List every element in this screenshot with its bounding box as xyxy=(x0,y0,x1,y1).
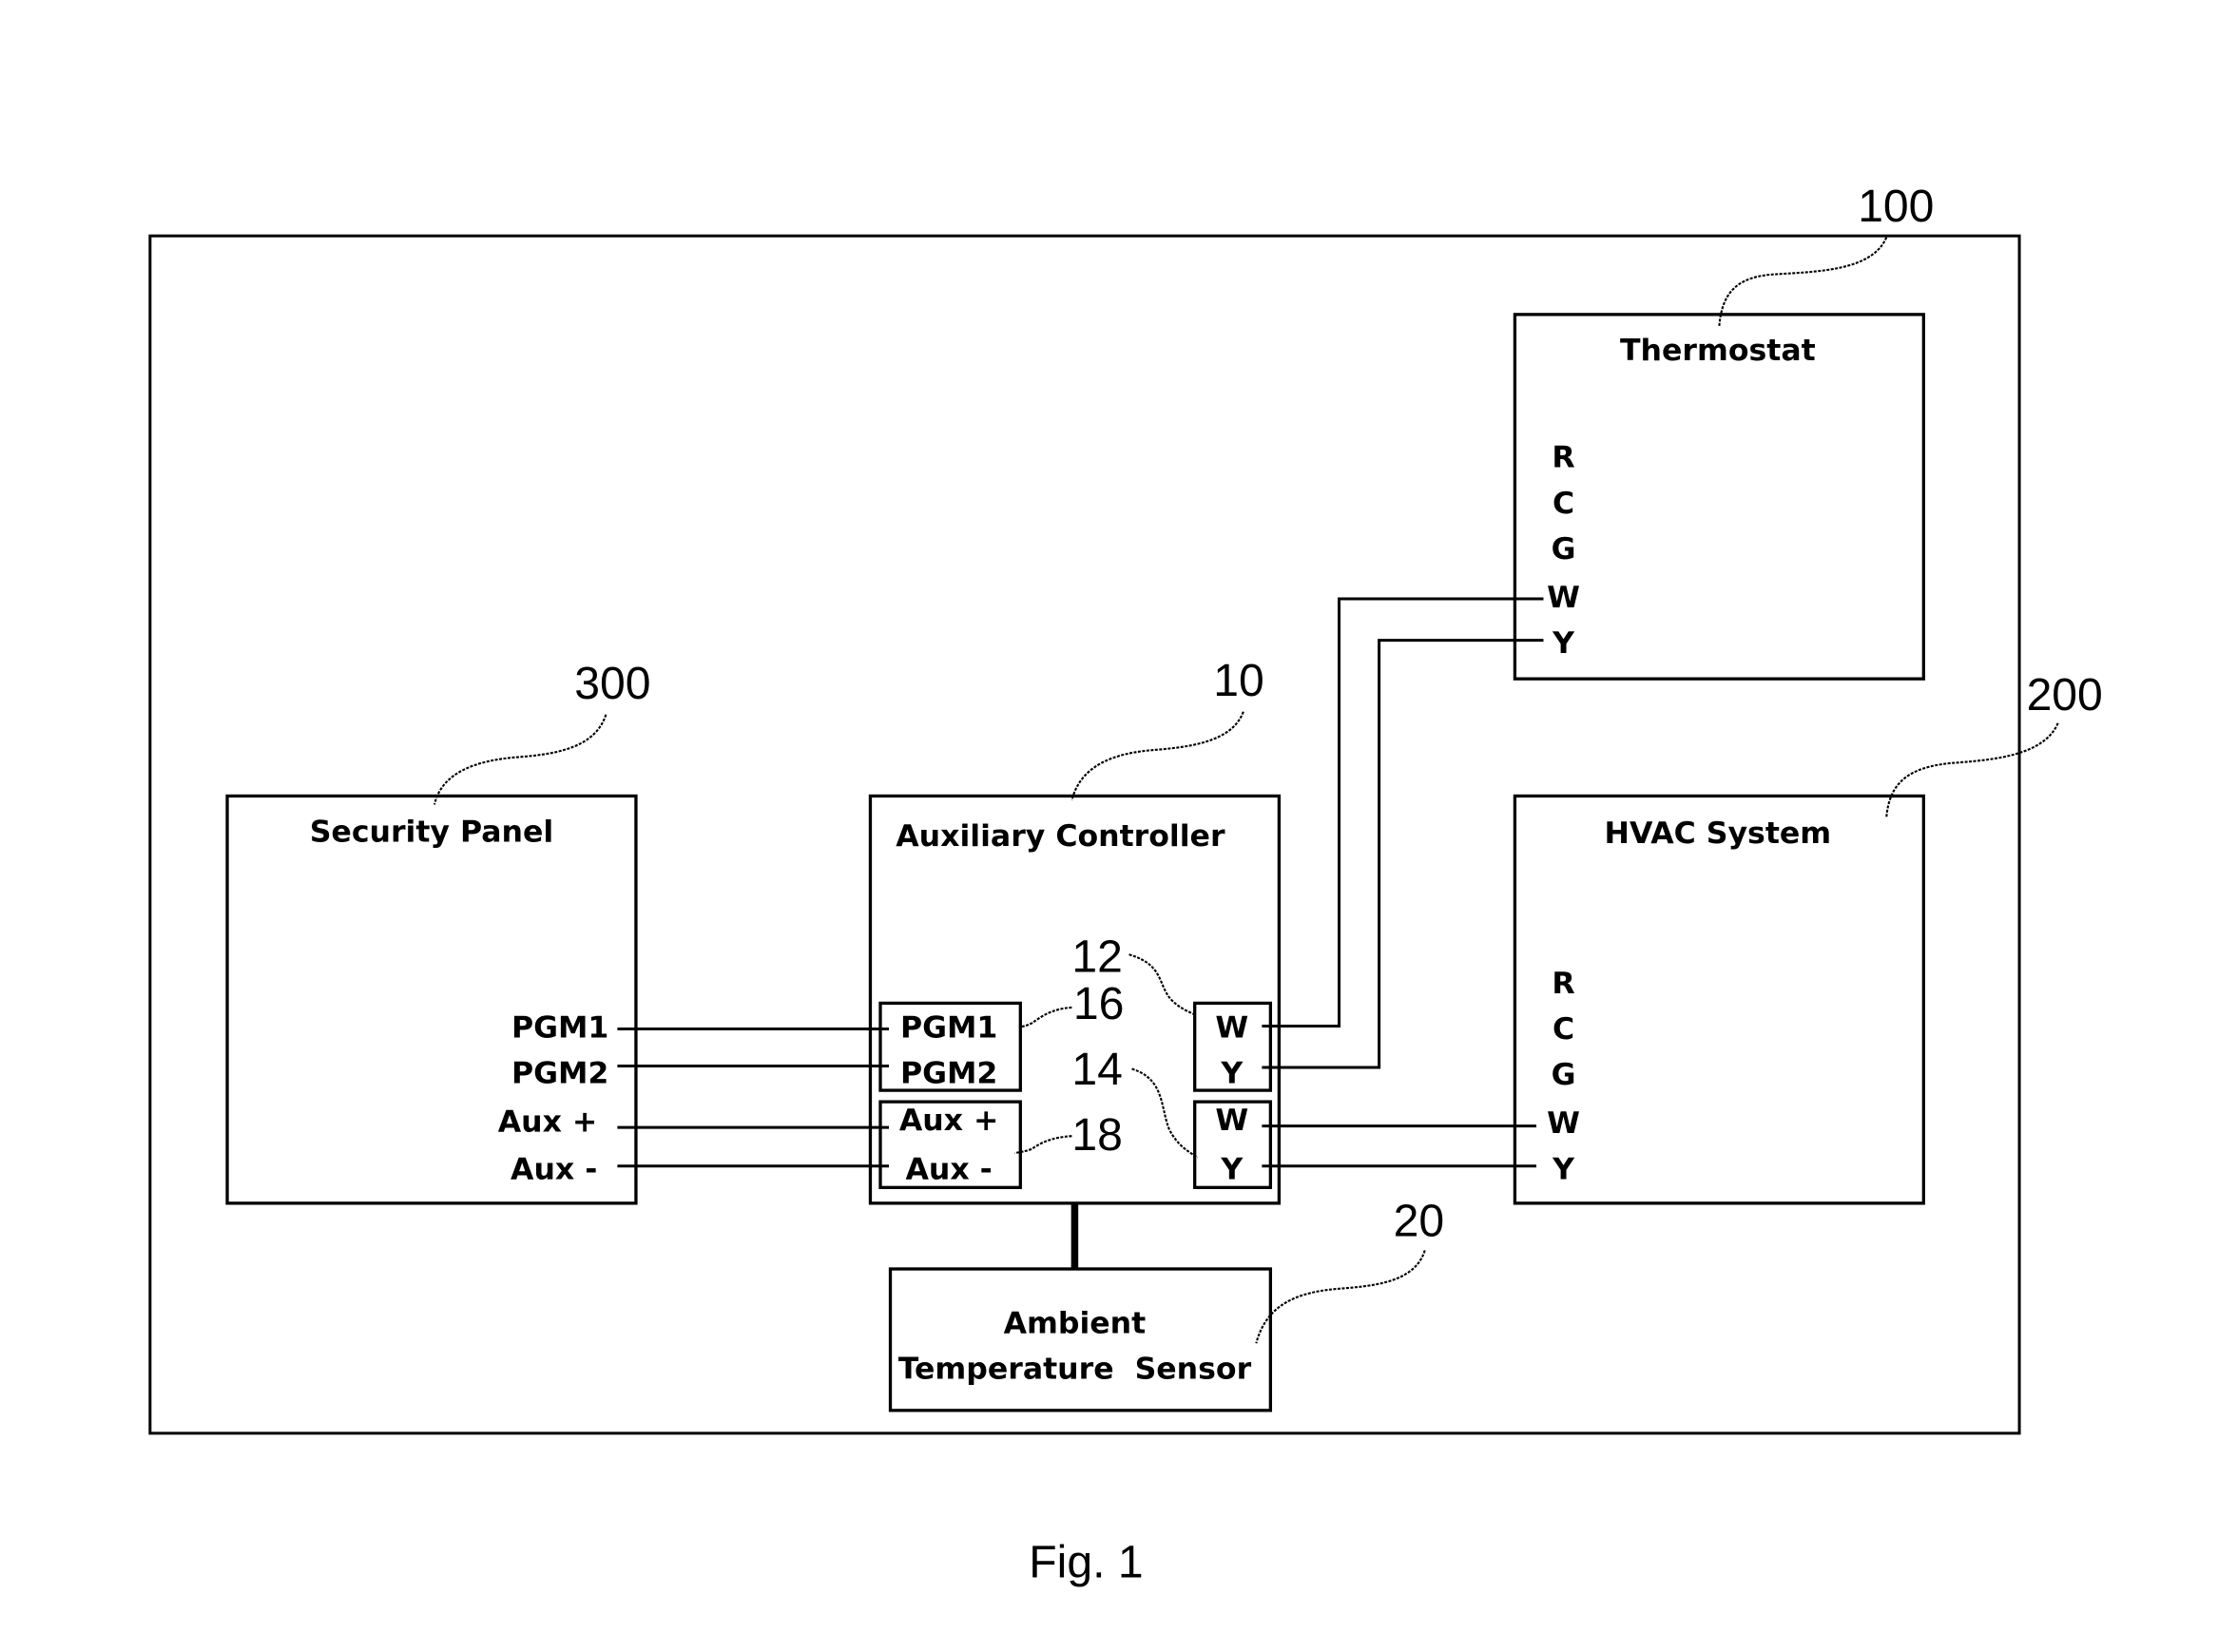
leader-line-100 xyxy=(1718,237,1888,326)
thermostat-title: Thermostat xyxy=(1620,334,1816,368)
leader-line-10 xyxy=(1070,711,1244,801)
sensor-title-line2: Temperature Sensor xyxy=(898,1353,1252,1387)
leader-line-16 xyxy=(1018,1006,1072,1028)
leader-line-12 xyxy=(1128,953,1196,1016)
hvac-terminal-c: C xyxy=(1553,1012,1574,1047)
controller-hvac-terminal-y: Y xyxy=(1220,1152,1244,1186)
security-panel-block: Security Panel PGM1 PGM2 Aux + Aux - xyxy=(225,794,638,1205)
ref-label-300: 300 xyxy=(574,658,650,709)
thermostat-terminal-r: R xyxy=(1552,441,1574,475)
ref-label-10: 10 xyxy=(1213,655,1264,706)
ref-label-12: 12 xyxy=(1071,931,1123,982)
hvac-terminal-y: Y xyxy=(1552,1152,1575,1186)
ref-label-20: 20 xyxy=(1394,1195,1445,1246)
hvac-terminal-w: W xyxy=(1547,1106,1580,1141)
security-panel-box xyxy=(225,794,638,1205)
thermostat-block: Thermostat R C G W Y xyxy=(1513,313,1925,681)
controller-thermostat-terminal-w: W xyxy=(1215,1010,1248,1045)
leader-line-200 xyxy=(1885,722,2059,818)
ref-label-18: 18 xyxy=(1071,1109,1123,1161)
controller-terminal-aux-minus: Aux - xyxy=(905,1152,992,1186)
wire-thermostat-w xyxy=(1262,597,1544,1028)
security-panel-terminal-pgm2: PGM2 xyxy=(511,1057,608,1091)
security-panel-terminal-aux-minus: Aux - xyxy=(511,1152,597,1186)
thermostat-terminal-g: G xyxy=(1552,532,1576,567)
controller-thermostat-terminal-y: Y xyxy=(1220,1057,1244,1091)
ref-label-200: 200 xyxy=(2027,669,2103,720)
sensor-title-line1: Ambient xyxy=(1004,1307,1147,1341)
leader-line-18 xyxy=(1014,1135,1072,1155)
leader-line-14 xyxy=(1131,1067,1199,1159)
hvac-block: HVAC System R C G W Y xyxy=(1513,794,1925,1205)
leader-line-20 xyxy=(1255,1250,1426,1344)
security-panel-terminal-pgm1: PGM1 xyxy=(511,1010,608,1045)
controller-terminal-pgm2: PGM2 xyxy=(900,1057,997,1091)
figure-caption: Fig. 1 xyxy=(1029,1537,1143,1588)
ref-label-100: 100 xyxy=(1858,181,1934,232)
wire-thermostat-y xyxy=(1262,639,1544,1069)
controller-terminal-aux-plus: Aux + xyxy=(899,1104,999,1138)
diagram-canvas: Thermostat R C G W Y 100 HVAC System R C… xyxy=(148,181,2103,1588)
hvac-box xyxy=(1513,794,1925,1205)
security-panel-title: Security Panel xyxy=(310,816,554,850)
hvac-terminal-r: R xyxy=(1552,967,1574,1001)
thermostat-terminal-y: Y xyxy=(1552,626,1575,661)
hvac-title: HVAC System xyxy=(1605,816,1832,851)
leader-line-300 xyxy=(433,714,608,805)
ref-label-14: 14 xyxy=(1071,1044,1123,1095)
thermostat-terminal-w: W xyxy=(1547,581,1580,615)
security-panel-terminal-aux-plus: Aux + xyxy=(498,1105,598,1140)
ref-label-16: 16 xyxy=(1073,978,1125,1029)
aux-controller-title: Auxiliary Controller xyxy=(896,819,1225,854)
hvac-terminal-g: G xyxy=(1552,1058,1576,1092)
ambient-sensor-block: Ambient Temperature Sensor xyxy=(888,1267,1273,1412)
thermostat-terminal-c: C xyxy=(1553,487,1574,521)
thermostat-box xyxy=(1513,313,1925,681)
controller-hvac-terminal-w: W xyxy=(1215,1104,1248,1138)
controller-terminal-pgm1: PGM1 xyxy=(900,1010,997,1045)
